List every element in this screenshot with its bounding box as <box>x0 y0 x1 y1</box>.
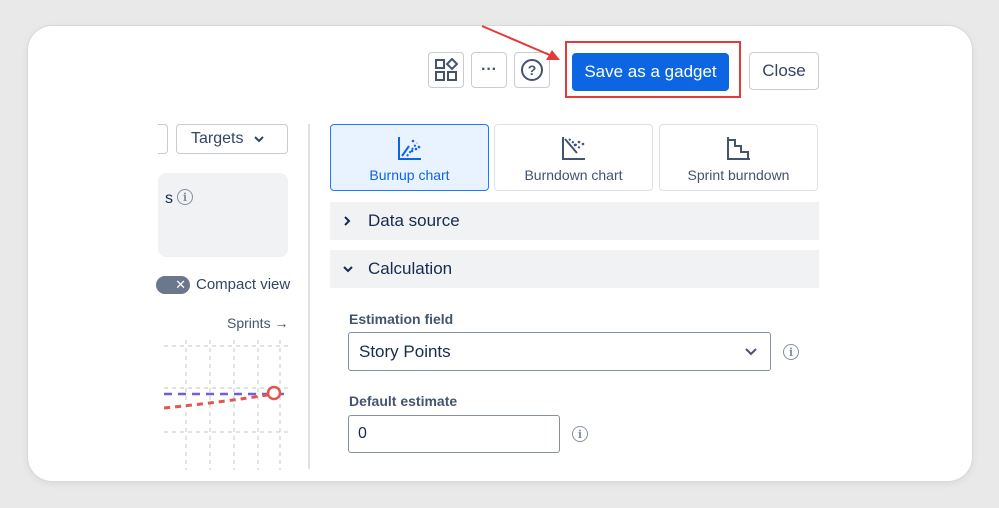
tile-sprint-burndown[interactable]: Sprint burndown <box>659 124 818 191</box>
estimation-field-label: Estimation field <box>349 311 454 327</box>
tile-burndown-chart[interactable]: Burndown chart <box>494 124 653 191</box>
tile-label: Sprint burndown <box>687 167 790 183</box>
info-icon[interactable]: i <box>572 426 588 442</box>
targets-dropdown[interactable]: Targets <box>176 124 288 154</box>
targets-label: Targets <box>191 130 244 147</box>
section-data-source[interactable]: Data source <box>330 202 819 240</box>
info-icon[interactable]: i <box>177 189 193 205</box>
chevron-down-icon <box>745 348 757 356</box>
section-title: Calculation <box>368 259 453 278</box>
chevron-right-icon <box>342 215 358 227</box>
forecast-point <box>266 385 282 401</box>
dialog-card: ··· ? Save as a gadget Close Targets s i… <box>28 26 972 481</box>
chart-grid <box>164 340 292 470</box>
default-estimate-input[interactable]: 0 <box>348 415 560 453</box>
section-title: Data source <box>368 211 460 230</box>
summary-panel <box>158 173 288 257</box>
tile-label: Burndown chart <box>524 167 623 183</box>
grid-shapes-icon <box>435 58 458 81</box>
sprints-link[interactable]: Sprints → <box>227 315 288 331</box>
tile-label: Burnup chart <box>369 167 450 183</box>
sprint-burndown-icon <box>726 137 750 160</box>
info-icon[interactable]: i <box>783 344 799 360</box>
burndown-chart-icon <box>561 137 585 160</box>
section-calculation[interactable]: Calculation <box>330 250 819 288</box>
estimation-field-value: Story Points <box>359 341 451 361</box>
pane-divider <box>308 124 310 469</box>
gadget-layout-button[interactable] <box>428 52 464 88</box>
mini-burnup-chart <box>164 340 292 470</box>
more-button[interactable]: ··· <box>471 52 507 88</box>
chevron-down-icon <box>254 136 265 143</box>
burnup-chart-icon <box>397 137 421 160</box>
estimation-field-select[interactable]: Story Points <box>348 332 771 371</box>
chevron-down-icon <box>342 264 358 274</box>
more-icon: ··· <box>481 61 497 78</box>
default-estimate-value: 0 <box>358 425 367 442</box>
help-button[interactable]: ? <box>514 52 550 88</box>
close-button[interactable]: Close <box>749 52 819 90</box>
tile-burnup-chart[interactable]: Burnup chart <box>330 124 489 191</box>
summary-panel-text: s <box>165 190 173 207</box>
compact-view-label: Compact view <box>196 276 291 293</box>
compact-view-toggle[interactable]: ✕ <box>156 276 190 294</box>
default-estimate-label: Default estimate <box>349 393 458 409</box>
close-icon: ✕ <box>175 277 186 292</box>
left-tab-stub[interactable] <box>158 124 168 154</box>
save-as-gadget-button[interactable]: Save as a gadget <box>572 53 729 91</box>
help-icon: ? <box>521 59 543 81</box>
